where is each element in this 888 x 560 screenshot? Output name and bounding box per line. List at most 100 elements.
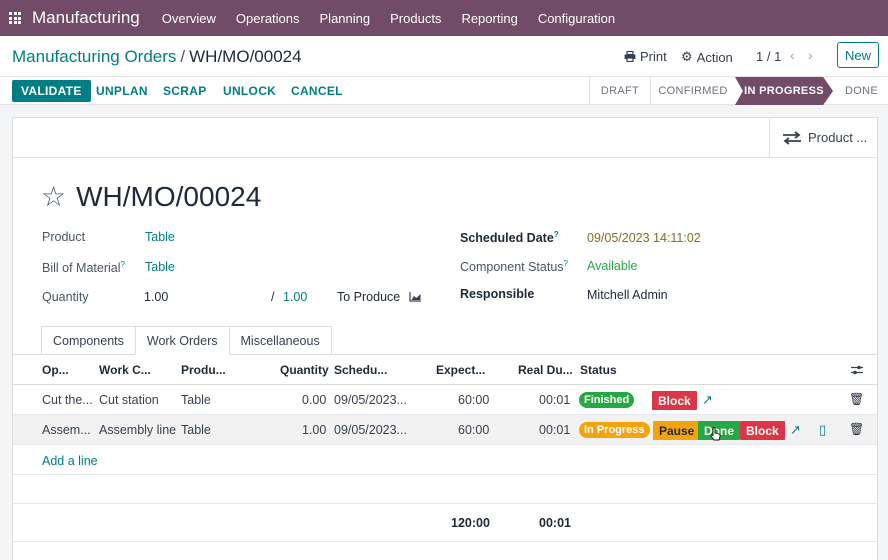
cell-work-center: Cut station [99, 393, 159, 407]
menu-planning[interactable]: Planning [310, 11, 381, 26]
scheduled-date-label: Scheduled Date? [460, 230, 559, 246]
external-link-icon[interactable]: ↗ [790, 422, 801, 438]
quantity-separator: / [271, 290, 275, 304]
cell-expected: 60:00 [458, 393, 490, 407]
tab-miscellaneous[interactable]: Miscellaneous [228, 326, 332, 355]
transfer-arrows-icon [783, 130, 801, 145]
app-grid-icon[interactable] [9, 12, 21, 24]
block-button[interactable]: Block [740, 421, 785, 440]
table-row[interactable]: Cut the... Cut station Table 0.00 09/05/… [13, 385, 877, 415]
scrap-button[interactable]: SCRAP [163, 80, 207, 102]
menu-overview[interactable]: Overview [152, 11, 226, 26]
col-status[interactable]: Status [580, 363, 617, 377]
status-badge-finished: Finished [579, 392, 635, 408]
help-icon: ? [563, 259, 568, 268]
star-icon[interactable]: ☆ [41, 183, 66, 211]
breadcrumb-separator: / [180, 47, 186, 66]
print-label: Print [640, 49, 667, 64]
smart-button-box: Product ... [13, 118, 877, 158]
column-settings-icon[interactable] [851, 365, 863, 375]
cell-quantity: 1.00 [302, 423, 327, 437]
add-line-link[interactable]: Add a line [42, 454, 98, 468]
responsible-value[interactable]: Mitchell Admin [587, 288, 668, 302]
chevron-left-icon[interactable]: ‹ [790, 47, 795, 63]
status-badge-in-progress: In Progress [579, 422, 650, 438]
chevron-right-icon[interactable]: › [808, 47, 813, 63]
cell-expected: 60:00 [458, 423, 490, 437]
product-moves-button[interactable]: Product ... [769, 118, 877, 157]
menu-reporting[interactable]: Reporting [451, 11, 527, 26]
quantity-to-produce: 1.00 [283, 290, 308, 304]
cell-product: Table [181, 423, 211, 437]
menu-products[interactable]: Products [380, 11, 451, 26]
menu-operations[interactable]: Operations [226, 11, 310, 26]
table-row[interactable]: Assem... Assembly line Table 1.00 09/05/… [13, 415, 877, 445]
trash-icon[interactable]: 🗑 [849, 392, 864, 406]
total-expected: 120:00 [451, 516, 490, 530]
breadcrumb-current: WH/MO/00024 [189, 47, 302, 66]
scheduled-date-value[interactable]: 09/05/2023 14:11:02 [587, 231, 701, 245]
cell-real-duration: 00:01 [539, 393, 571, 407]
external-link-icon[interactable]: ↗ [702, 392, 713, 408]
stage-done[interactable]: DONE [833, 77, 888, 105]
stage-confirmed[interactable]: CONFIRMED [651, 77, 735, 105]
block-button[interactable]: Block [652, 391, 697, 410]
col-product[interactable]: Produ... [181, 363, 226, 377]
chart-area-icon[interactable] [409, 292, 422, 302]
trash-icon[interactable]: 🗑 [849, 422, 864, 436]
stage-draft[interactable]: DRAFT [590, 77, 651, 105]
cell-scheduled: 09/05/2023... [334, 423, 407, 437]
new-button[interactable]: New [837, 42, 879, 68]
bom-value[interactable]: Table [145, 260, 175, 274]
hand-cursor-icon [710, 427, 721, 441]
record-title: WH/MO/00024 [76, 181, 262, 212]
stage-in-progress[interactable]: IN PROGRESS [735, 77, 833, 105]
form-sheet: Product ... ☆ WH/MO/00024 Product Table … [12, 117, 878, 560]
product-value[interactable]: Table [145, 230, 175, 244]
col-operation[interactable]: Op... [42, 363, 69, 377]
app-name[interactable]: Manufacturing [32, 8, 140, 28]
print-button[interactable]: Print [624, 49, 667, 64]
col-expected[interactable]: Expect... [436, 363, 485, 377]
tab-work-orders[interactable]: Work Orders [134, 326, 230, 355]
col-real-duration[interactable]: Real Du... [518, 363, 573, 377]
validate-button[interactable]: VALIDATE [12, 80, 91, 102]
responsible-label: Responsible [460, 287, 535, 301]
to-produce-label: To Produce [337, 290, 401, 304]
unlock-button[interactable]: UNLOCK [223, 80, 276, 102]
cell-scheduled: 09/05/2023... [334, 393, 407, 407]
quantity-input[interactable]: 1.00 [144, 290, 168, 304]
component-status-value: Available [587, 259, 638, 273]
breadcrumb-parent[interactable]: Manufacturing Orders [12, 47, 176, 66]
product-label: Product [42, 230, 86, 244]
action-button[interactable]: ⚙ Action [681, 49, 733, 65]
menu-configuration[interactable]: Configuration [528, 11, 625, 26]
col-work-center[interactable]: Work C... [99, 363, 151, 377]
col-quantity[interactable]: Quantity [280, 363, 329, 377]
status-bar: VALIDATE UNPLAN SCRAP UNLOCK CANCEL DRAF… [0, 77, 888, 105]
tablet-icon[interactable]: ▯ [819, 422, 826, 438]
unplan-button[interactable]: UNPLAN [96, 80, 148, 102]
pager-value[interactable]: 1 / 1 [756, 49, 781, 64]
help-icon: ? [553, 230, 559, 239]
tab-components[interactable]: Components [41, 326, 136, 355]
cell-product: Table [181, 393, 211, 407]
control-panel: Manufacturing Orders / WH/MO/00024 Print ⚙… [0, 36, 888, 77]
cell-operation: Assem... [42, 423, 91, 437]
action-label: Action [696, 49, 733, 65]
row-divider [13, 541, 877, 542]
top-navbar: Manufacturing Overview Operations Planni… [0, 0, 888, 36]
row-divider [13, 474, 877, 475]
cell-operation: Cut the... [42, 393, 93, 407]
title-row: ☆ WH/MO/00024 [41, 181, 261, 213]
row-divider [13, 503, 877, 504]
cell-quantity: 0.00 [302, 393, 327, 407]
total-real-duration: 00:01 [539, 516, 571, 530]
breadcrumb: Manufacturing Orders / WH/MO/00024 [12, 47, 302, 67]
col-scheduled[interactable]: Schedu... [334, 363, 387, 377]
quantity-label: Quantity [42, 290, 89, 304]
pause-button[interactable]: Pause [653, 421, 701, 440]
cancel-button[interactable]: CANCEL [291, 80, 343, 102]
component-status-label: Component Status? [460, 259, 568, 275]
cell-work-center: Assembly line [99, 423, 177, 437]
